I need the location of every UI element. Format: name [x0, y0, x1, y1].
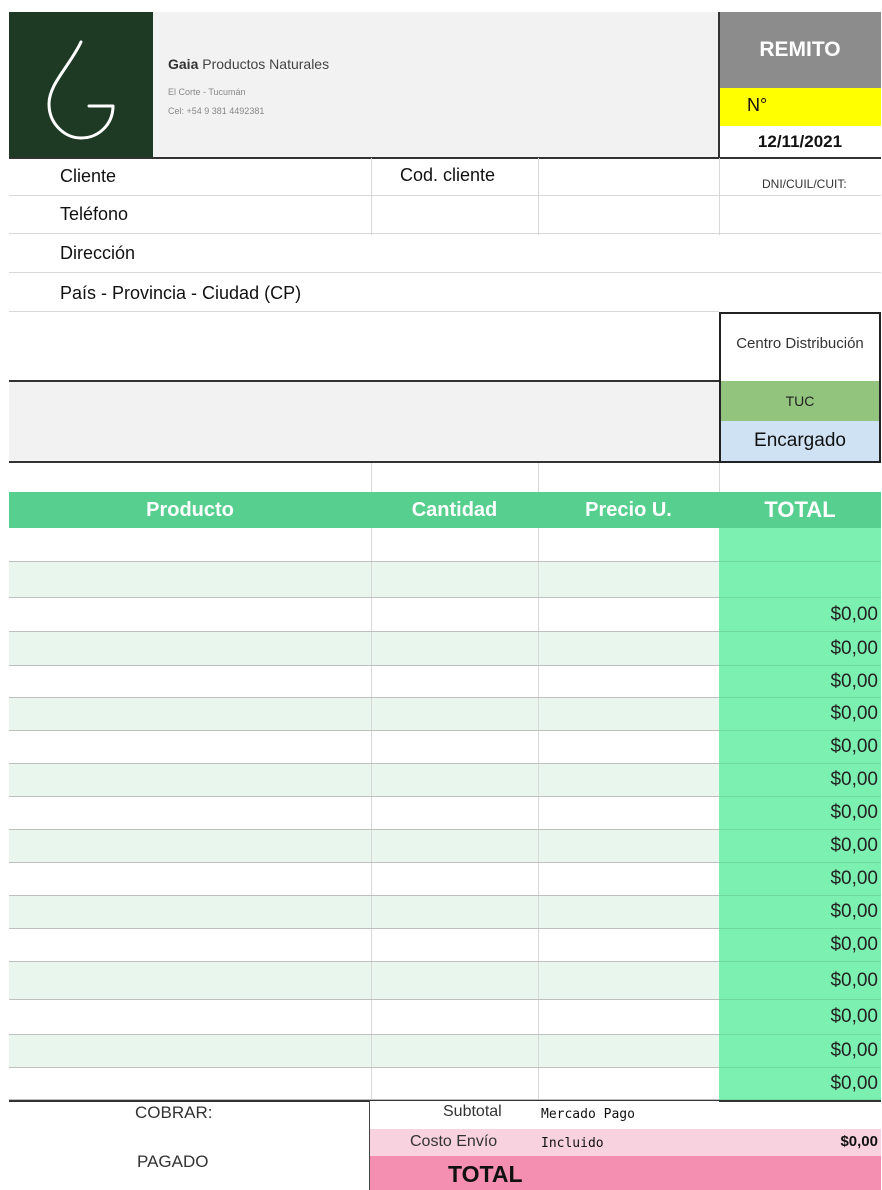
table-row[interactable] [9, 962, 719, 1000]
grand-total-row [370, 1156, 881, 1190]
pagado-label: PAGADO [137, 1152, 209, 1171]
row-total: $0,00 [719, 1068, 881, 1100]
document-number[interactable]: N° [719, 88, 881, 126]
table-row[interactable] [9, 1035, 719, 1068]
table-row[interactable] [9, 1000, 719, 1035]
row-total: $0,00 [719, 632, 881, 666]
table-row[interactable] [9, 797, 719, 830]
row-total: $0,00 [719, 1000, 881, 1035]
document-title: REMITO [719, 12, 881, 88]
row-total: $0,00 [719, 598, 881, 632]
row-total: $0,00 [719, 698, 881, 731]
distribution-code: TUC [721, 381, 879, 421]
table-row[interactable] [9, 1068, 719, 1100]
table-row[interactable] [9, 598, 719, 632]
shipping-status: Incluido [541, 1136, 604, 1151]
row-total: $0,00 [719, 1035, 881, 1068]
notes-band [9, 381, 719, 461]
row-total: $0,00 [719, 666, 881, 698]
table-row[interactable] [9, 731, 719, 764]
distribution-label: Centro Distribución [736, 335, 864, 352]
encargado-label: Encargado [721, 421, 879, 461]
row-total: $0,00 [719, 731, 881, 764]
company-name: Gaia Productos Naturales [168, 56, 330, 72]
row-total: $0,00 [719, 962, 881, 1000]
table-row[interactable] [9, 929, 719, 962]
table-row[interactable] [9, 562, 719, 598]
table-row[interactable] [9, 830, 719, 863]
company-location: El Corte - Tucumán [168, 87, 246, 97]
header-producto: Producto [9, 492, 371, 528]
shipping-amount: $0,00 [840, 1133, 878, 1150]
row-total: $0,00 [719, 929, 881, 962]
location-label: País - Provincia - Ciudad (CP) [60, 283, 302, 303]
table-row[interactable] [9, 632, 719, 666]
header-precio: Precio U. [538, 492, 719, 528]
table-row[interactable] [9, 528, 719, 562]
client-label: Cliente [60, 166, 117, 186]
row-total: $0,00 [719, 764, 881, 797]
header-total: TOTAL [719, 492, 881, 528]
table-row[interactable] [9, 764, 719, 797]
cobrar-label: COBRAR: [135, 1103, 213, 1122]
dni-label: DNI/CUIL/CUIT: [762, 177, 847, 191]
phone-label: Teléfono [60, 204, 129, 224]
table-row[interactable] [9, 698, 719, 731]
client-code-label: Cod. cliente [400, 165, 496, 185]
company-logo [9, 12, 153, 158]
payment-method: Mercado Pago [541, 1107, 635, 1122]
row-total [719, 562, 881, 598]
shipping-label: Costo Envío [410, 1133, 498, 1150]
row-total [719, 528, 881, 562]
table-row[interactable] [9, 666, 719, 698]
brand-area [153, 12, 719, 158]
document-date[interactable]: 12/11/2021 [719, 126, 881, 158]
address-label: Dirección [60, 243, 136, 263]
row-total: $0,00 [719, 797, 881, 830]
company-phone: Cel: +54 9 381 4492381 [168, 106, 265, 116]
table-row[interactable] [9, 863, 719, 896]
subtotal-label: Subtotal [443, 1103, 502, 1120]
row-total: $0,00 [719, 863, 881, 896]
grand-total-label: TOTAL [448, 1161, 523, 1187]
row-total: $0,00 [719, 830, 881, 863]
table-row[interactable] [9, 896, 719, 929]
header-cantidad: Cantidad [371, 492, 538, 528]
row-total: $0,00 [719, 896, 881, 929]
drop-logo-icon [47, 40, 115, 140]
